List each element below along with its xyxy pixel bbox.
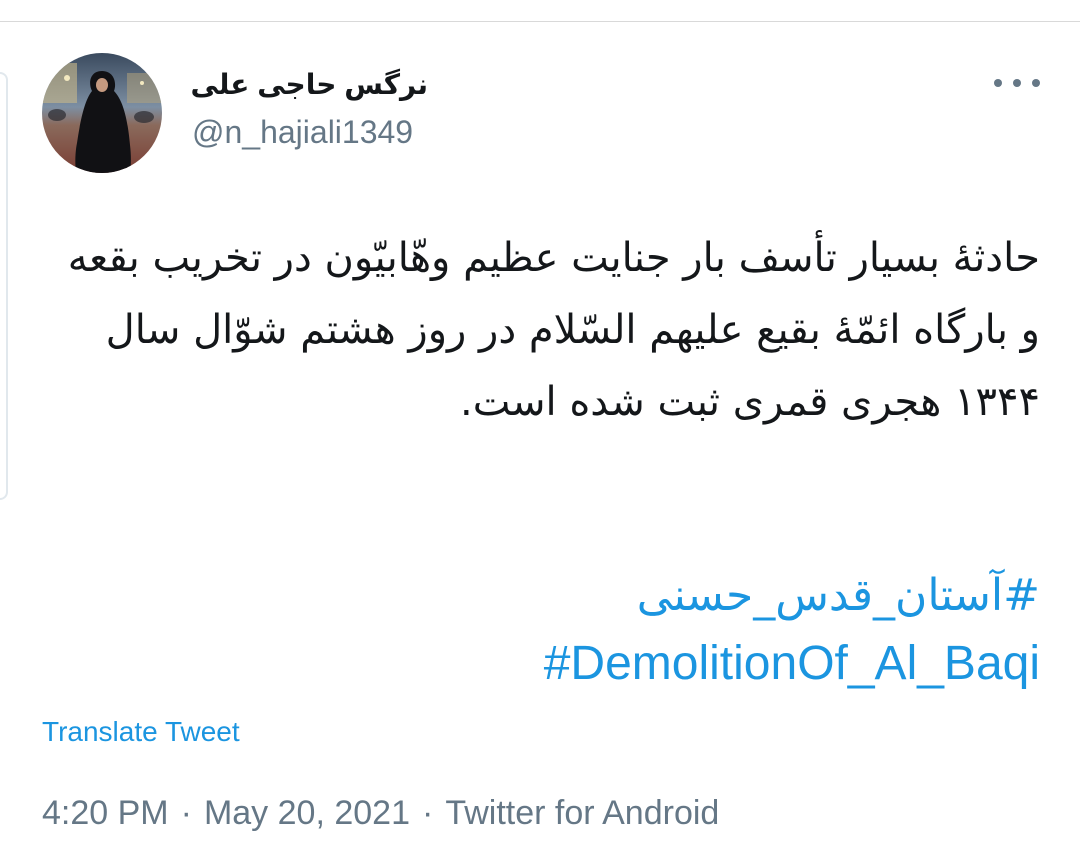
display-name[interactable]: نرگس حاجی علی bbox=[191, 68, 428, 101]
separator: · bbox=[421, 794, 434, 832]
tweet-date[interactable]: May 20, 2021 bbox=[204, 794, 410, 832]
tweet-detail-screen: نرگس حاجی علی @n_hajiali1349 حادثۀ بسیار… bbox=[0, 0, 1080, 849]
more-options-icon bbox=[1013, 79, 1021, 87]
separator: · bbox=[180, 794, 192, 832]
tweet-source[interactable]: Twitter for Android bbox=[445, 794, 719, 832]
avatar[interactable] bbox=[42, 53, 162, 173]
hashtag-link[interactable]: #آستان_قدس_حسنی bbox=[637, 570, 1040, 621]
hashtag-link[interactable]: #DemolitionOf_Al_Baqi bbox=[544, 636, 1040, 691]
translate-tweet-link[interactable]: Translate Tweet bbox=[42, 716, 240, 748]
thread-edge bbox=[0, 72, 8, 500]
top-divider bbox=[0, 21, 1080, 22]
tweet-meta: 4:20 PM · May 20, 2021 · Twitter for Android bbox=[42, 794, 719, 833]
more-options-icon bbox=[994, 79, 1002, 87]
profile-photo-icon bbox=[42, 53, 162, 173]
more-options-icon bbox=[1032, 79, 1040, 87]
more-options-button[interactable] bbox=[994, 68, 1040, 98]
tweet-text: حادثۀ بسیار تأسف بار جنایت عظیم وهّابیّو… bbox=[67, 235, 1040, 425]
tweet-time[interactable]: 4:20 PM bbox=[42, 794, 169, 832]
user-handle[interactable]: @n_hajiali1349 bbox=[192, 114, 413, 151]
